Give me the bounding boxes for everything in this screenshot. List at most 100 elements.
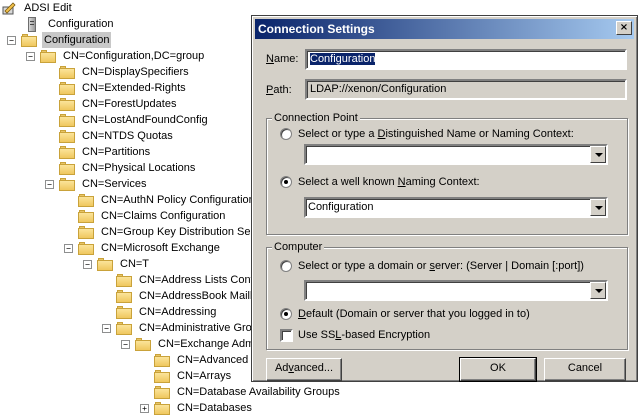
folder-icon	[116, 273, 132, 287]
tree-item-label: CN=Physical Locations	[82, 162, 196, 174]
tree-item[interactable]: CN=AuthN Policy Configuration	[64, 192, 257, 208]
ssl-checkbox[interactable]	[280, 329, 293, 342]
collapse-icon[interactable]: −	[26, 51, 35, 61]
tree-item[interactable]: + CN=Databases	[140, 400, 254, 416]
collapse-icon[interactable]: −	[45, 179, 54, 189]
tree-item-label: CN=NTDS Quotas	[82, 130, 173, 142]
well-known-label: Select a well known Naming Context:	[298, 176, 480, 188]
well-known-radio[interactable]	[280, 176, 292, 188]
name-field[interactable]: Configuration	[305, 49, 627, 70]
tree-item-label: CN=Extended-Rights	[82, 82, 186, 94]
tree-item-label: CN=LostAndFoundConfig	[82, 114, 208, 126]
tree-item-label: CN=Advanced S	[177, 354, 259, 366]
tree-item[interactable]: − CN=Exchange Admin	[121, 336, 265, 352]
chevron-down-icon[interactable]	[590, 282, 606, 299]
tree-item-label: CN=Address Lists Conta	[139, 274, 260, 286]
well-known-combo-value: Configuration	[308, 201, 374, 213]
advanced-button[interactable]: Advanced...	[266, 358, 342, 381]
tree-item[interactable]: CN=Extended-Rights	[45, 80, 188, 96]
folder-icon	[154, 353, 170, 367]
tree-item[interactable]: CN=DisplaySpecifiers	[45, 64, 191, 80]
tree-item-label: CN=Configuration,DC=group	[63, 50, 205, 62]
tree-item[interactable]: CN=Address Lists Conta	[102, 272, 262, 288]
folder-icon	[78, 241, 94, 255]
tree-item[interactable]: CN=LostAndFoundConfig	[45, 112, 210, 128]
folder-icon	[154, 385, 170, 399]
dn-radio[interactable]	[280, 128, 292, 140]
folder-icon	[116, 321, 132, 335]
tree-item-label: Configuration	[42, 32, 112, 48]
folder-icon	[59, 97, 75, 111]
close-button[interactable]: ×	[616, 21, 632, 35]
ok-button[interactable]: OK	[459, 357, 537, 382]
folder-icon	[116, 305, 132, 319]
tree-item-label: CN=Services	[82, 178, 147, 190]
default-label: Default (Domain or server that you logge…	[298, 308, 530, 320]
collapse-icon[interactable]: −	[64, 243, 73, 253]
tree-item[interactable]: − CN=T	[83, 256, 151, 272]
chevron-down-icon[interactable]	[590, 146, 606, 163]
folder-icon	[116, 289, 132, 303]
tree-item[interactable]: CN=Addressing	[102, 304, 218, 320]
cancel-button[interactable]: Cancel	[544, 358, 626, 381]
tree-item[interactable]: CN=Partitions	[45, 144, 152, 160]
folder-icon	[59, 81, 75, 95]
default-radio[interactable]	[280, 308, 292, 320]
tree-item-label: CN=Databases	[177, 402, 252, 414]
folder-icon	[154, 401, 170, 415]
tree-item[interactable]: − CN=Services	[45, 176, 149, 192]
server-combo[interactable]	[304, 280, 608, 301]
tree-item[interactable]: CN=Database Availability Groups	[140, 384, 342, 400]
connection-settings-dialog: Connection Settings × Name: Configuratio…	[251, 15, 638, 382]
ssl-label: Use SSL-based Encryption	[298, 329, 431, 341]
tree-item-label: CN=Exchange Admin	[158, 338, 263, 350]
tree-item-label: CN=DisplaySpecifiers	[82, 66, 189, 78]
app-icon	[2, 1, 16, 15]
dn-combo[interactable]	[304, 144, 608, 165]
tree-item-label: CN=Claims Configuration	[101, 210, 226, 222]
tree-item-label: CN=T	[120, 258, 150, 270]
tree-item-label: ADSI Edit	[24, 2, 72, 14]
collapse-icon[interactable]: −	[121, 339, 130, 349]
well-known-combo[interactable]: Configuration	[304, 197, 608, 218]
folder-icon	[135, 337, 151, 351]
tree-item-label: CN=ForestUpdates	[82, 98, 177, 110]
tree-item[interactable]: CN=Arrays	[140, 368, 233, 384]
tree-item[interactable]: CN=Group Key Distribution Serv	[64, 224, 262, 240]
tree-item[interactable]: CN=NTDS Quotas	[45, 128, 175, 144]
tree-item[interactable]: CN=Claims Configuration	[64, 208, 227, 224]
tree-item-label: CN=AddressBook Mailbo	[139, 290, 263, 302]
tree-item[interactable]: CN=ForestUpdates	[45, 96, 178, 112]
server-radio[interactable]	[280, 260, 292, 272]
folder-icon	[78, 193, 94, 207]
tree-item[interactable]: − CN=Administrative Grou	[102, 320, 260, 336]
tree-item[interactable]: Configuration	[26, 16, 115, 32]
tree-item[interactable]: CN=Advanced S	[140, 352, 261, 368]
tree-item[interactable]: CN=AddressBook Mailbo	[102, 288, 264, 304]
folder-icon	[40, 49, 56, 63]
expand-icon[interactable]: +	[140, 403, 149, 413]
collapse-icon[interactable]: −	[102, 323, 111, 333]
tree-item-label: CN=Administrative Grou	[139, 322, 258, 334]
tree-item-label: CN=Database Availability Groups	[177, 386, 340, 398]
tree-item-label: Configuration	[48, 18, 114, 30]
folder-icon	[154, 369, 170, 383]
dn-option-label: Select or type a Distinguished Name or N…	[298, 128, 574, 140]
tree-item[interactable]: CN=Physical Locations	[45, 160, 197, 176]
folder-icon	[59, 65, 75, 79]
folder-icon	[59, 129, 75, 143]
tree-item[interactable]: ADSI Edit	[2, 0, 74, 16]
tree-item[interactable]: − CN=Configuration,DC=group	[26, 48, 206, 64]
tree-item-label: CN=Microsoft Exchange	[101, 242, 220, 254]
folder-icon	[59, 145, 75, 159]
collapse-icon[interactable]: −	[7, 35, 16, 45]
connection-point-title: Connection Point	[272, 112, 360, 124]
name-label: Name:	[266, 53, 299, 65]
path-label: Path:	[266, 84, 292, 96]
chevron-down-icon[interactable]	[590, 199, 606, 216]
collapse-icon[interactable]: −	[83, 259, 92, 269]
tree-item[interactable]: − Configuration	[7, 32, 112, 48]
tree-item-label: CN=Arrays	[177, 370, 232, 382]
tree-item[interactable]: − CN=Microsoft Exchange	[64, 240, 222, 256]
folder-icon	[59, 113, 75, 127]
